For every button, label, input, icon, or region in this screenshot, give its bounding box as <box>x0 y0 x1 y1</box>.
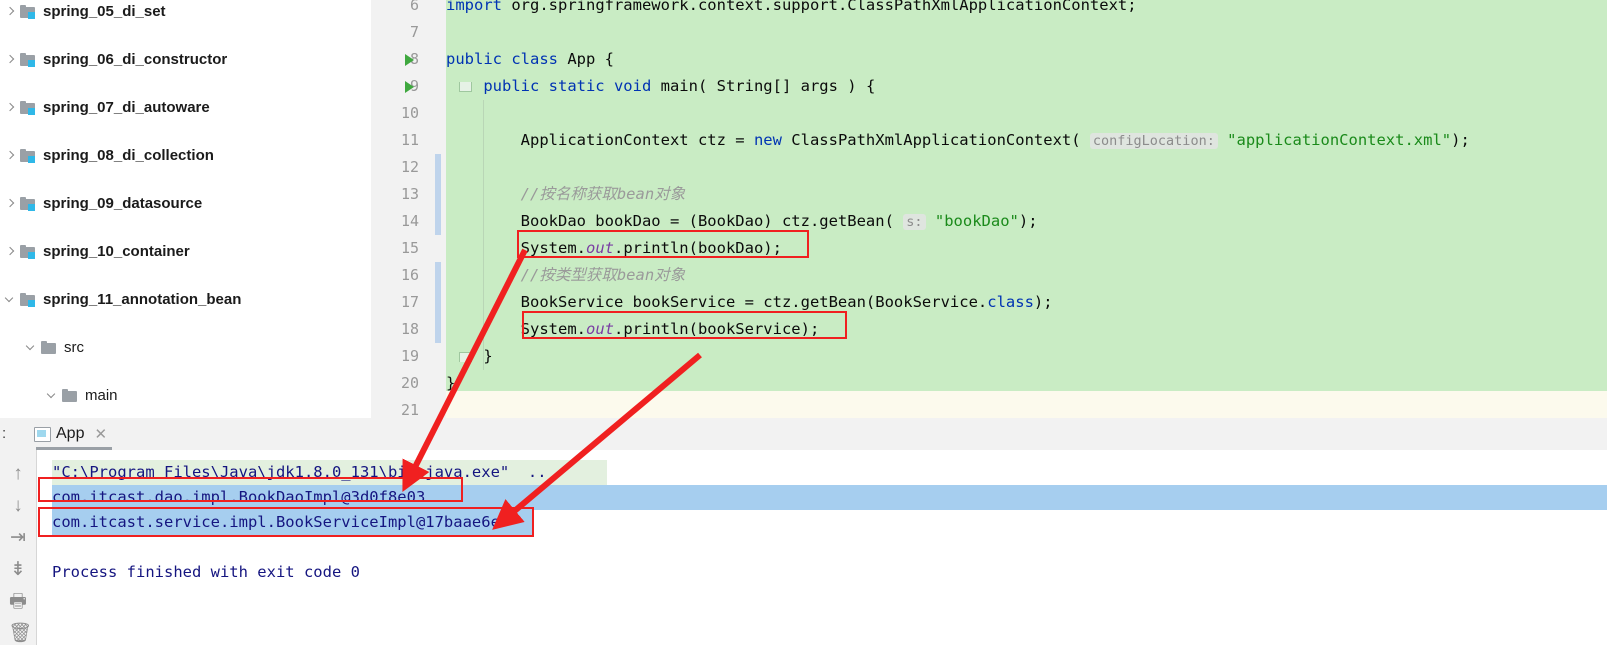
tree-item-label: spring_05_di_set <box>43 3 166 20</box>
console-output[interactable]: "C:\Program Files\Java\jdk1.8.0_131\bin\… <box>37 450 1607 645</box>
close-icon[interactable]: ✕ <box>94 425 107 443</box>
editor-code-line[interactable]: ApplicationContext ctz = new ClassPathXm… <box>446 127 1470 155</box>
editor-code-line[interactable]: import org.springframework.context.suppo… <box>446 0 1137 19</box>
project-tree-scrollbar-track[interactable] <box>362 0 732 418</box>
code-fold-handle-end[interactable] <box>459 352 472 362</box>
editor-change-marker[interactable] <box>435 181 441 208</box>
run-console-panel[interactable]: : App ✕ ↑ ↓ ⇥ ⇟ 🖶 🗑 "C:\Program Files\Java\jd… <box>0 418 1607 645</box>
console-tab-bar[interactable]: : App ✕ <box>0 418 1607 451</box>
editor-code-line[interactable] <box>446 154 455 181</box>
chevron-down-icon[interactable] <box>4 294 17 307</box>
tree-item-label: spring_08_di_collection <box>43 147 214 164</box>
module-folder-icon <box>20 148 37 164</box>
chevron-right-icon[interactable] <box>4 246 17 259</box>
run-config-icon <box>34 427 51 442</box>
editor-change-marker[interactable] <box>435 289 441 316</box>
editor-line-number: 6 <box>409 0 419 14</box>
console-output-line[interactable]: com.itcast.service.impl.BookServiceImpl@… <box>52 510 500 535</box>
tree-item-spring-11-annotation-bean[interactable]: spring_11_annotation_bean <box>0 288 370 312</box>
editor-code-background-tail <box>446 391 1607 418</box>
editor-code-line[interactable]: //按名称获取bean对象 <box>446 181 686 208</box>
chevron-right-icon[interactable] <box>4 54 17 67</box>
tree-item-label: spring_07_di_autoware <box>43 99 210 116</box>
editor-line-number: 20 <box>400 374 419 392</box>
editor-line-number: 11 <box>400 131 419 149</box>
tree-item-label: spring_10_container <box>43 243 190 260</box>
print-icon[interactable]: 🖶 <box>8 592 28 612</box>
tree-item-spring-06-di-constructor[interactable]: spring_06_di_constructor <box>0 48 370 72</box>
editor-line-number: 7 <box>409 23 419 41</box>
editor-code-line[interactable] <box>446 397 455 418</box>
editor-change-marker[interactable] <box>435 154 441 181</box>
editor-line-number: 15 <box>400 239 419 257</box>
editor-line-number: 14 <box>400 212 419 230</box>
editor-code-line[interactable]: BookDao bookDao = (BookDao) ctz.getBean(… <box>446 208 1038 236</box>
scroll-down-icon[interactable]: ↓ <box>8 496 28 516</box>
editor-code-line[interactable] <box>446 19 455 46</box>
chevron-right-icon[interactable] <box>4 198 17 211</box>
editor-line-number: 12 <box>400 158 419 176</box>
console-output-line[interactable]: com.itcast.dao.impl.BookDaoImpl@3d0f8e03 <box>52 485 425 510</box>
tree-item-label: spring_06_di_constructor <box>43 51 228 68</box>
console-tab-app[interactable]: App ✕ <box>26 420 115 448</box>
tree-item-label: src <box>64 339 84 356</box>
scroll-up-icon[interactable]: ↑ <box>8 464 28 484</box>
console-tab-app-label: App <box>56 425 85 442</box>
run-gutter-icon[interactable] <box>405 81 414 93</box>
module-folder-icon <box>20 52 37 68</box>
editor-code-line[interactable]: public class App { <box>446 46 614 73</box>
scroll-to-end-icon[interactable]: ⇟ <box>8 560 28 580</box>
editor-change-marker[interactable] <box>435 208 441 235</box>
console-output-line[interactable]: Process finished with exit code 0 <box>52 560 360 585</box>
module-folder-icon <box>20 244 37 260</box>
chevron-right-icon[interactable] <box>4 102 17 115</box>
folder-icon <box>41 340 58 356</box>
tree-item-main[interactable]: main <box>0 384 370 408</box>
chevron-down-icon[interactable] <box>25 342 38 355</box>
tree-item-spring-09-datasource[interactable]: spring_09_datasource <box>0 192 370 216</box>
tree-item-src[interactable]: src <box>0 336 370 360</box>
folder-icon <box>62 388 79 404</box>
chevron-down-icon[interactable] <box>46 390 59 403</box>
editor-code-line[interactable] <box>446 100 455 127</box>
tree-item-label: main <box>85 387 118 404</box>
chevron-right-icon[interactable] <box>4 150 17 163</box>
tree-item-spring-05-di-set[interactable]: spring_05_di_set <box>0 0 370 24</box>
editor-code-line[interactable]: public static void main( String[] args )… <box>446 73 875 100</box>
tree-item-spring-07-di-autoware[interactable]: spring_07_di_autoware <box>0 96 370 120</box>
soft-wrap-icon[interactable]: ⇥ <box>8 528 28 548</box>
console-output-line[interactable]: "C:\Program Files\Java\jdk1.8.0_131\bin\… <box>52 460 547 485</box>
run-gutter-icon[interactable] <box>405 54 414 66</box>
module-folder-icon <box>20 4 37 20</box>
editor-line-number: 13 <box>400 185 419 203</box>
editor-line-number: 21 <box>400 401 419 418</box>
editor-line-number: 16 <box>400 266 419 284</box>
editor-code-line[interactable]: BookService bookService = ctz.getBean(Bo… <box>446 289 1053 316</box>
code-fold-handle-start[interactable] <box>459 82 472 92</box>
console-colon-marker: : <box>2 425 7 442</box>
module-folder-icon <box>20 100 37 116</box>
tree-item-label: spring_09_datasource <box>43 195 203 212</box>
console-toolbar[interactable]: ↑ ↓ ⇥ ⇟ 🖶 🗑 <box>0 450 37 645</box>
editor-code-line[interactable]: System.out.println(bookDao); <box>446 235 782 262</box>
module-folder-icon <box>20 292 37 308</box>
editor-change-marker[interactable] <box>435 316 441 343</box>
editor-line-number: 18 <box>400 320 419 338</box>
editor-line-number: 10 <box>400 104 419 122</box>
tree-item-spring-10-container[interactable]: spring_10_container <box>0 240 370 264</box>
editor-change-marker[interactable] <box>435 262 441 289</box>
editor-code-line[interactable]: //按类型获取bean对象 <box>446 262 686 289</box>
editor-code-line[interactable]: System.out.println(bookService); <box>446 316 820 343</box>
tree-item-label: spring_11_annotation_bean <box>43 291 242 308</box>
editor-indent-guide <box>483 100 484 370</box>
editor-code-line[interactable]: } <box>446 370 455 397</box>
chevron-right-icon[interactable] <box>4 6 17 19</box>
clear-all-icon[interactable]: 🗑 <box>8 624 32 644</box>
module-folder-icon <box>20 196 37 212</box>
editor-line-number: 17 <box>400 293 419 311</box>
code-editor[interactable]: 6 import org.springframework.context.supp… <box>371 0 1607 418</box>
editor-line-number: 19 <box>400 347 419 365</box>
project-tree-panel[interactable]: spring_05_di_set spring_06_di_constructor… <box>0 0 370 418</box>
tree-item-spring-08-di-collection[interactable]: spring_08_di_collection <box>0 144 370 168</box>
